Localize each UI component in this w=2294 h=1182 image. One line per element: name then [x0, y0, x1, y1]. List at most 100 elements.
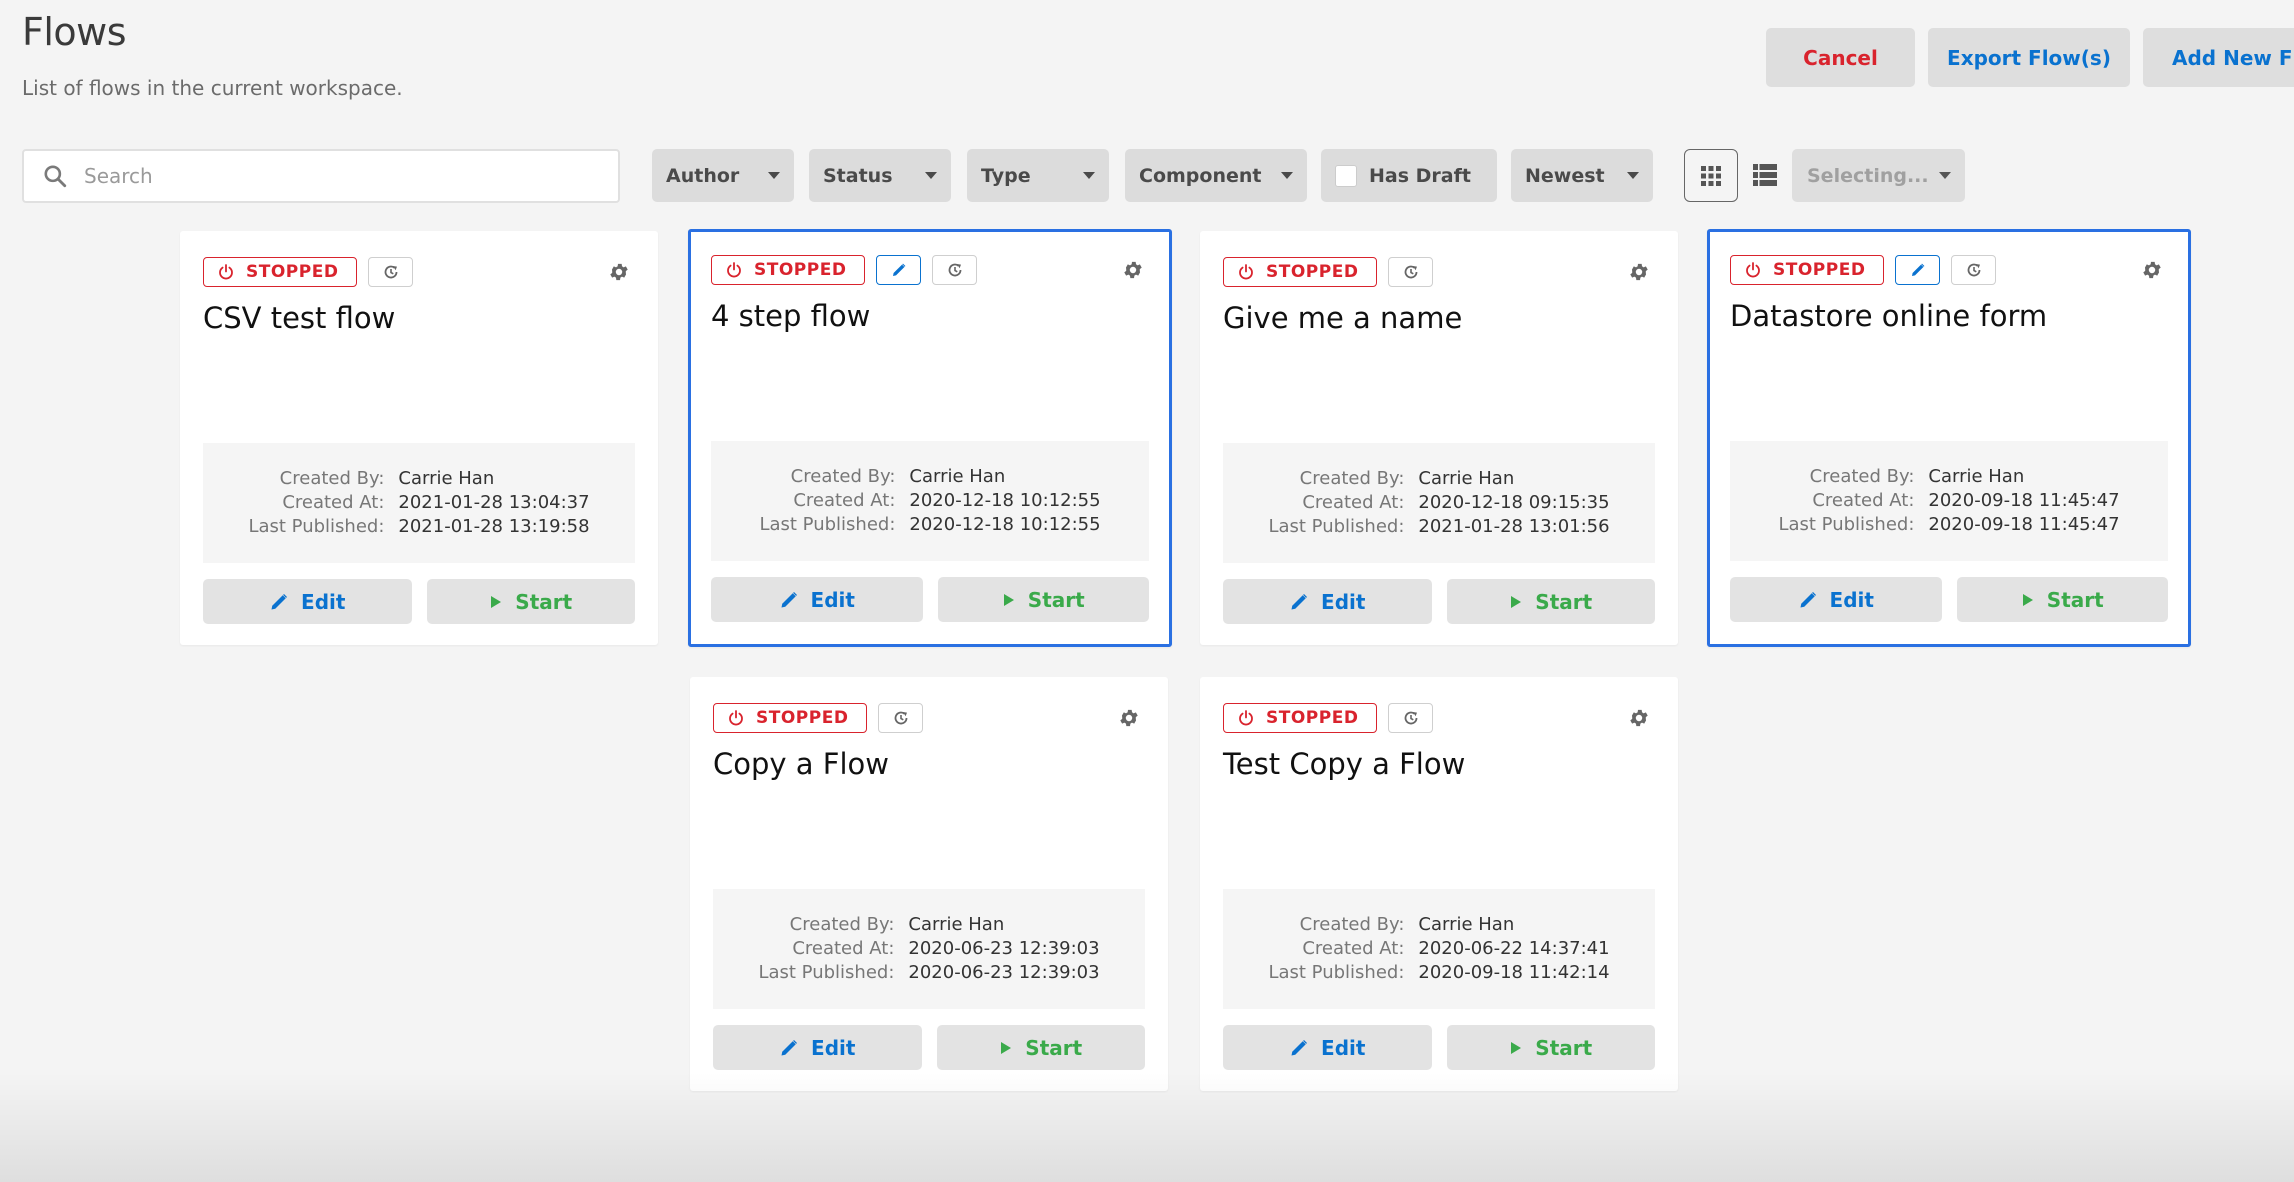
last-published-value: 2020-09-18 11:45:47 [1928, 514, 2120, 535]
sort-dropdown[interactable]: Newest [1511, 149, 1653, 202]
status-text: STOPPED [1266, 262, 1359, 282]
last-published-label: Last Published: [1268, 962, 1405, 983]
start-label: Start [2046, 587, 2104, 612]
author-filter-label: Author [666, 164, 740, 187]
created-at-value: 2020-12-18 10:12:55 [909, 490, 1101, 511]
grid-view-button[interactable] [1684, 149, 1738, 202]
type-filter-label: Type [981, 164, 1031, 187]
pencil-icon [1911, 263, 1925, 276]
last-published-value: 2020-09-18 11:42:14 [1418, 962, 1610, 983]
created-at-value: 2021-01-28 13:04:37 [398, 492, 590, 513]
page-title: Flows [22, 10, 127, 54]
start-label: Start [1535, 589, 1593, 614]
last-published-label: Last Published: [248, 516, 385, 537]
gear-icon[interactable] [1628, 707, 1650, 729]
edit-label: Edit [1829, 587, 1874, 612]
bulk-select-label: Selecting... [1807, 164, 1929, 187]
created-at-label: Created At: [1812, 490, 1915, 511]
component-filter-dropdown[interactable]: Component [1125, 149, 1307, 202]
history-button[interactable] [1951, 255, 1997, 285]
last-published-label: Last Published: [1778, 514, 1915, 535]
start-button[interactable]: Start [1446, 579, 1655, 624]
created-at-label: Created At: [793, 490, 896, 511]
history-button[interactable] [1388, 703, 1434, 733]
cancel-button[interactable]: Cancel [1766, 28, 1915, 87]
start-button[interactable]: Start [937, 577, 1149, 622]
history-button[interactable] [368, 257, 414, 287]
edit-label: Edit [301, 589, 346, 614]
status-badge: STOPPED [203, 257, 358, 287]
has-draft-toggle[interactable]: Has Draft [1321, 149, 1497, 202]
edit-label: Edit [1321, 589, 1366, 614]
flow-card[interactable]: STOPPED Datastore online form Created By… [1707, 229, 2191, 647]
gear-icon[interactable] [1628, 261, 1650, 283]
history-button[interactable] [878, 703, 924, 733]
status-filter-dropdown[interactable]: Status [809, 149, 951, 202]
history-button[interactable] [932, 255, 978, 285]
flow-card[interactable]: STOPPED 4 step flow Created By: Carrie H… [688, 229, 1172, 647]
edit-button[interactable]: Edit [1223, 579, 1432, 624]
history-icon [1967, 263, 1981, 277]
start-label: Start [1535, 1035, 1593, 1060]
status-text: STOPPED [756, 708, 849, 728]
flow-card[interactable]: STOPPED Give me a name Created By: Carrie [1200, 231, 1678, 645]
edit-button[interactable]: Edit [203, 579, 412, 624]
flow-card[interactable]: STOPPED CSV test flow Created By: Carrie … [180, 231, 658, 645]
sort-label: Newest [1525, 164, 1605, 187]
created-at-label: Created At: [1302, 938, 1405, 959]
status-text: STOPPED [1773, 260, 1866, 280]
edit-button[interactable]: Edit [713, 1025, 922, 1070]
has-draft-checkbox[interactable] [1335, 164, 1357, 187]
edit-label: Edit [811, 1035, 856, 1060]
component-filter-label: Component [1139, 164, 1262, 187]
created-by-value: Carrie Han [1418, 914, 1515, 935]
status-text: STOPPED [246, 262, 339, 282]
last-published-label: Last Published: [759, 514, 896, 535]
play-icon [1001, 1041, 1012, 1054]
gear-icon[interactable] [1118, 707, 1140, 729]
status-text: STOPPED [754, 260, 847, 280]
start-label: Start [515, 589, 573, 614]
created-at-label: Created At: [1302, 492, 1405, 513]
gear-icon[interactable] [1122, 259, 1144, 281]
export-flows-button[interactable]: Export Flow(s) [1928, 28, 2130, 87]
history-button[interactable] [1388, 257, 1434, 287]
flow-name: Copy a Flow [713, 747, 889, 781]
type-filter-dropdown[interactable]: Type [967, 149, 1109, 202]
power-icon [727, 262, 741, 278]
flow-info: Created By: Carrie Han Created At: 2021-01… [203, 443, 635, 563]
created-by-label: Created By: [1299, 468, 1405, 489]
start-button[interactable]: Start [936, 1025, 1145, 1070]
created-by-value: Carrie Han [908, 914, 1005, 935]
start-button[interactable]: Start [426, 579, 635, 624]
draft-indicator[interactable] [1895, 255, 1941, 285]
edit-label: Edit [810, 587, 855, 612]
created-by-label: Created By: [279, 468, 385, 489]
gear-icon[interactable] [2141, 259, 2163, 281]
edit-button[interactable]: Edit [1223, 1025, 1432, 1070]
search-input[interactable] [84, 164, 584, 188]
bulk-select-dropdown[interactable]: Selecting... [1792, 149, 1965, 202]
power-icon [729, 710, 743, 726]
start-button[interactable]: Start [1956, 577, 2168, 622]
pencil-icon [271, 593, 288, 609]
page-subtitle: List of flows in the current workspace. [22, 76, 403, 100]
list-view-button[interactable] [1750, 160, 1780, 190]
add-new-flow-button[interactable]: Add New Flow [2143, 28, 2294, 87]
search-box[interactable] [22, 149, 620, 203]
pencil-icon [1800, 591, 1816, 607]
draft-indicator[interactable] [876, 255, 922, 285]
created-by-label: Created By: [1809, 466, 1915, 487]
flow-card[interactable]: STOPPED Copy a Flow Created By: Carrie Ha… [690, 677, 1168, 1091]
power-icon [1746, 262, 1760, 278]
edit-button[interactable]: Edit [1730, 577, 1942, 622]
pencil-icon [892, 263, 906, 276]
author-filter-dropdown[interactable]: Author [652, 149, 794, 202]
start-button[interactable]: Start [1446, 1025, 1655, 1070]
start-label: Start [1025, 1035, 1083, 1060]
edit-button[interactable]: Edit [711, 577, 923, 622]
gear-icon[interactable] [608, 261, 630, 283]
has-draft-label: Has Draft [1369, 164, 1471, 187]
flow-card[interactable]: STOPPED Test Copy a Flow Created By: Carr… [1200, 677, 1678, 1091]
created-by-label: Created By: [790, 466, 896, 487]
